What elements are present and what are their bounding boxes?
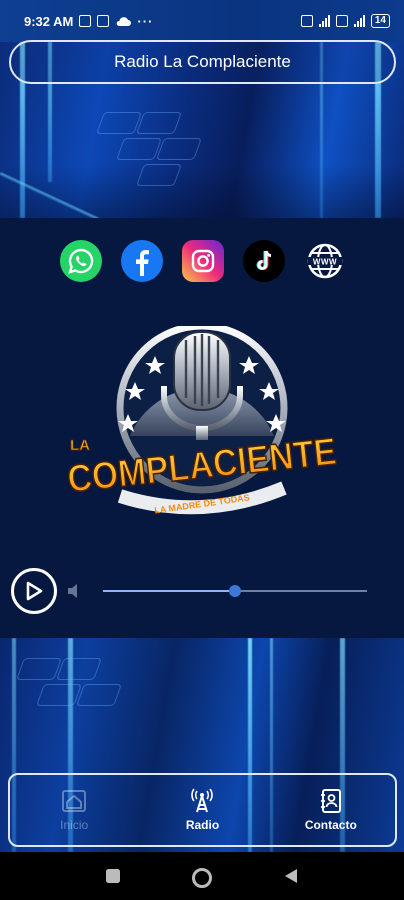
audio-player	[0, 566, 404, 616]
volume-slider[interactable]	[103, 585, 367, 597]
station-logo: LA COMPLACIENTE LA MADRE DE TODAS	[65, 326, 339, 516]
app-title: Radio La Complaciente	[114, 52, 291, 71]
nav-radio[interactable]: Radio	[138, 775, 266, 845]
system-navigation-bar	[0, 852, 404, 900]
facebook-icon[interactable]	[121, 240, 163, 282]
logo-line1: LA	[70, 437, 90, 454]
document-icon	[97, 15, 110, 27]
website-globe-icon[interactable]: WWW	[304, 240, 346, 282]
battery-indicator: 14	[370, 14, 390, 28]
bottom-navigation: Inicio Radio Contacto	[8, 773, 397, 847]
nav-radio-label: Radio	[185, 818, 220, 832]
nav-contacto-label: Contacto	[304, 818, 357, 832]
signal-icon-1	[318, 15, 330, 27]
recents-button[interactable]	[104, 867, 122, 885]
sim-icon	[300, 15, 313, 27]
volume-slider-fill	[103, 590, 235, 592]
signal-icon-2	[353, 15, 365, 27]
play-icon	[26, 581, 43, 601]
tiktok-icon[interactable]	[243, 240, 285, 282]
more-notifications-icon: ···	[137, 13, 154, 29]
status-left: 9:32 AM ···	[24, 14, 153, 29]
app-title-bar: Radio La Complaciente	[9, 40, 396, 84]
volume-icon	[68, 584, 77, 598]
home-button[interactable]	[191, 867, 213, 889]
nav-contacto[interactable]: Contacto	[267, 775, 395, 845]
back-button[interactable]	[282, 867, 300, 885]
play-button[interactable]	[11, 568, 57, 614]
whatsapp-icon[interactable]	[60, 240, 102, 282]
home-icon	[62, 790, 87, 812]
nav-inicio-label: Inicio	[60, 818, 89, 832]
status-bar: 9:32 AM ··· 14	[0, 0, 404, 42]
notification-icon	[79, 15, 92, 27]
svg-text:WWW: WWW	[313, 257, 337, 266]
data-icon	[335, 15, 348, 27]
status-time: 9:32 AM	[24, 13, 74, 29]
social-links-row: WWW	[0, 240, 404, 286]
instagram-icon[interactable]	[182, 240, 224, 282]
volume-slider-thumb[interactable]	[229, 585, 241, 597]
cloud-icon	[117, 17, 132, 26]
contact-book-icon	[320, 789, 341, 813]
main-panel: WWW LA COMPLACIENTE LA MADRE DE TODAS	[0, 218, 404, 638]
status-right: 14	[300, 14, 390, 28]
radio-tower-icon	[191, 788, 214, 813]
nav-inicio[interactable]: Inicio	[10, 775, 138, 845]
